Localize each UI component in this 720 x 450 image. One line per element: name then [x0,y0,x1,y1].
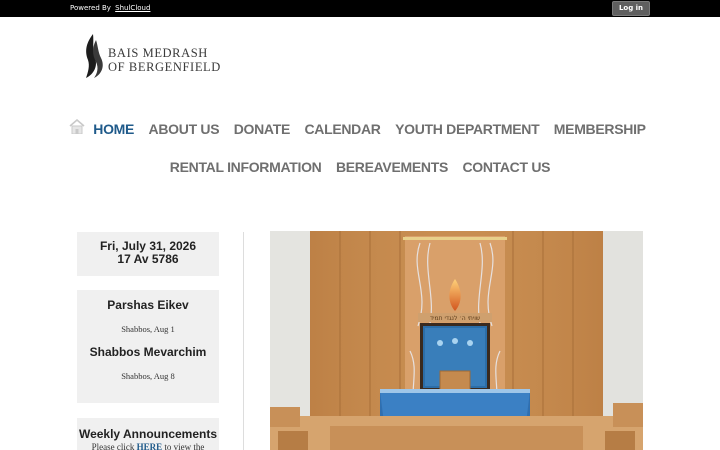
main-nav-row-2: RENTAL INFORMATION BEREAVEMENTS CONTACT … [0,158,720,176]
parsha-date: Shabbos, Aug 1 [121,324,175,334]
nav-donate[interactable]: DONATE [234,121,291,137]
nav-rental-information[interactable]: RENTAL INFORMATION [170,159,322,175]
logo-line-1: BAIS MEDRASH [108,46,208,60]
powered-by-label: Powered By [70,4,111,12]
top-bar: Powered By ShulCloud Log in [0,0,720,17]
announcements-here-link[interactable]: HERE [137,442,163,450]
parsha-title: Parshas Eikev [107,298,189,312]
date-widget: Fri, July 31, 2026 17 Av 5786 [77,232,219,276]
announcements-text-before: Please click [91,442,135,450]
shabbos-mevarchim-date: Shabbos, Aug 8 [121,371,175,381]
sanctuary-photo: שויתי ה׳ לנגדי תמיד [270,231,643,450]
flame-logo-icon [86,34,103,78]
announcements-title: Weekly Announcements [78,427,218,441]
nav-home[interactable]: HOME [93,121,134,137]
nav-about-us[interactable]: ABOUT US [149,121,220,137]
home-icon[interactable] [69,118,85,139]
login-button[interactable]: Log in [612,1,650,16]
ark-inscription: שויתי ה׳ לנגדי תמיד [430,315,480,322]
announcements-widget: Weekly Announcements Please click HERE t… [77,418,219,450]
powered-by: Powered By ShulCloud [70,4,150,12]
shabbos-mevarchim-title: Shabbos Mevarchim [89,345,207,359]
nav-youth-department[interactable]: YOUTH DEPARTMENT [395,121,540,137]
site-logo[interactable]: BAIS MEDRASH OF BERGENFIELD [84,34,224,80]
hebrew-date: 17 Av 5786 [117,252,179,266]
nav-calendar[interactable]: CALENDAR [304,121,380,137]
logo-line-2: OF BERGENFIELD [108,60,221,74]
announcements-text-after: to view the [164,442,205,450]
nav-contact-us[interactable]: CONTACT US [462,159,550,175]
column-divider [243,232,244,450]
announcements-text: Please click HERE to view the [77,442,219,450]
nav-membership[interactable]: MEMBERSHIP [554,121,646,137]
shulcloud-link[interactable]: ShulCloud [115,4,150,12]
main-nav-row-1: HOME ABOUT US DONATE CALENDAR YOUTH DEPA… [0,118,720,139]
parsha-widget: Parshas Eikev Shabbos, Aug 1 Shabbos Mev… [77,290,219,403]
nav-bereavements[interactable]: BEREAVEMENTS [336,159,448,175]
